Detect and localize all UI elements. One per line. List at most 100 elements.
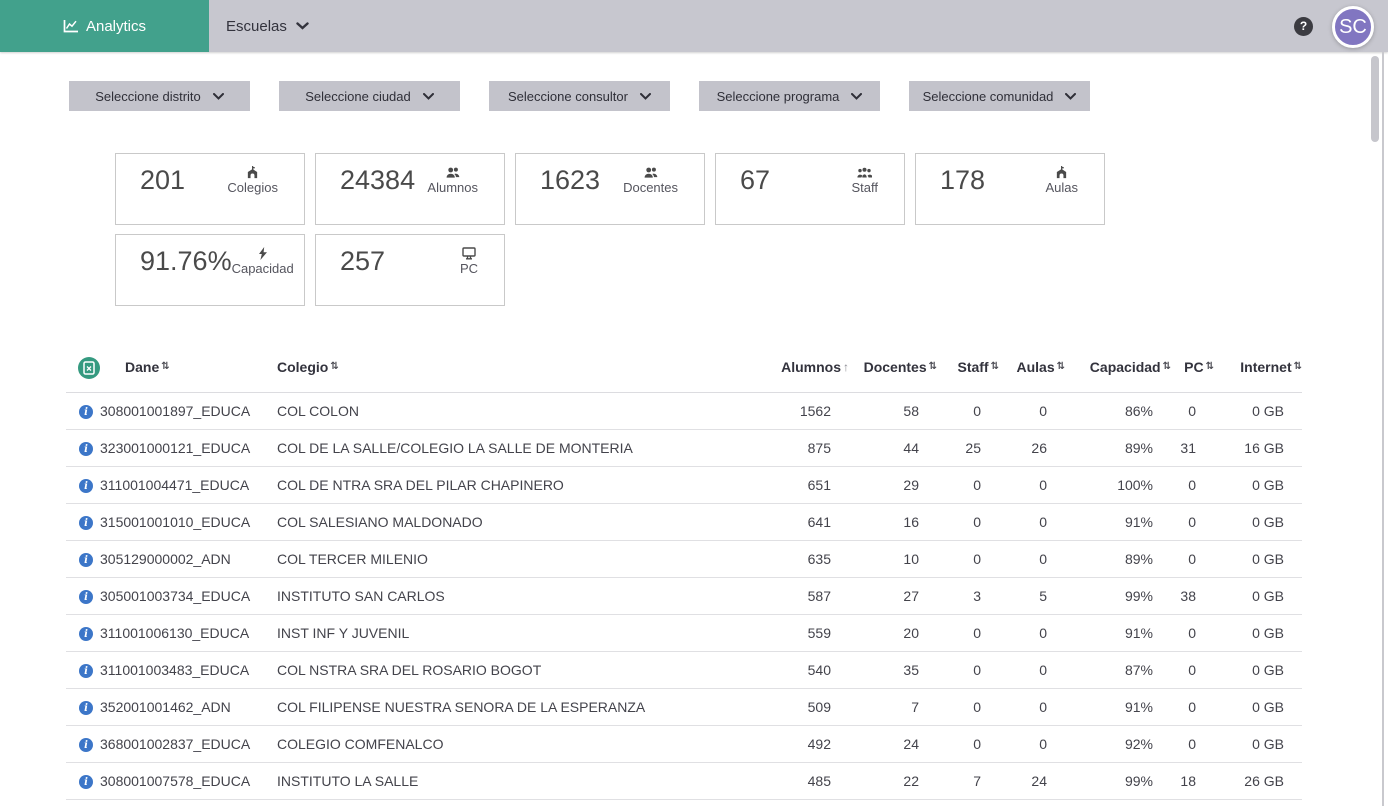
filter-programa[interactable]: Seleccione programa	[699, 81, 880, 111]
header-pc[interactable]: PC⇅	[1171, 344, 1214, 393]
cell-internet: 0 GB	[1214, 726, 1302, 763]
header-label: Aulas	[1016, 359, 1054, 375]
cell-docentes: 24	[849, 726, 937, 763]
header-docentes[interactable]: Docentes⇅	[849, 344, 937, 393]
scrollbar-track[interactable]	[1382, 52, 1384, 806]
filter-consultor[interactable]: Seleccione consultor	[489, 81, 670, 111]
cell-info: i	[66, 504, 100, 541]
cell-aulas: 24	[999, 763, 1065, 800]
info-icon[interactable]: i	[79, 516, 93, 530]
cell-aulas: 26	[999, 430, 1065, 467]
cell-info: i	[66, 578, 100, 615]
stat-meta: Aulas	[1045, 166, 1078, 195]
stat-card-capacidad: 91.76% Capacidad	[115, 234, 305, 306]
cell-docentes: 20	[849, 615, 937, 652]
header-aulas[interactable]: Aulas⇅	[999, 344, 1065, 393]
cell-aulas: 0	[999, 467, 1065, 504]
stats-row-1: 201 Colegios 24384 Alumnos 1623	[115, 153, 1388, 225]
cell-pc: 0	[1171, 726, 1214, 763]
filter-comunidad-label: Seleccione comunidad	[923, 89, 1054, 104]
cell-internet: 0 GB	[1214, 467, 1302, 504]
stat-label: Capacidad	[232, 261, 294, 276]
info-icon[interactable]: i	[79, 664, 93, 678]
cell-staff: 0	[937, 541, 999, 578]
stat-value: 24384	[340, 165, 415, 196]
info-icon[interactable]: i	[79, 442, 93, 456]
cell-dane: 311001003483_EDUCA	[100, 652, 277, 689]
table-row: i 311001003483_EDUCA COL NSTRA SRA DEL R…	[66, 652, 1302, 689]
cell-pc: 38	[1171, 578, 1214, 615]
cell-staff: 0	[937, 393, 999, 430]
info-icon[interactable]: i	[79, 738, 93, 752]
cell-internet: 0 GB	[1214, 393, 1302, 430]
header-capacidad[interactable]: Capacidad⇅	[1065, 344, 1171, 393]
cell-staff: 0	[937, 615, 999, 652]
info-icon[interactable]: i	[79, 627, 93, 641]
cell-dane: 315001001010_EDUCA	[100, 504, 277, 541]
cell-dane: 352001001462_ADN	[100, 689, 277, 726]
cell-pc: 0	[1171, 467, 1214, 504]
help-button[interactable]: ?	[1294, 17, 1313, 36]
table-row: i 311001006130_EDUCA INST INF Y JUVENIL …	[66, 615, 1302, 652]
cell-docentes: 7	[849, 689, 937, 726]
cell-capacidad: 99%	[1065, 763, 1171, 800]
school-icon	[246, 166, 259, 179]
cell-aulas: 0	[999, 615, 1065, 652]
topbar: Analytics Escuelas ? SC	[0, 0, 1388, 52]
cell-info: i	[66, 689, 100, 726]
scrollbar-thumb[interactable]	[1371, 56, 1379, 142]
cell-dane: 368001002837_EDUCA	[100, 726, 277, 763]
export-cell	[66, 344, 100, 393]
cell-info: i	[66, 541, 100, 578]
header-staff[interactable]: Staff⇅	[937, 344, 999, 393]
tab-analytics[interactable]: Analytics	[0, 0, 209, 52]
info-icon[interactable]: i	[79, 701, 93, 715]
stat-card-alumnos: 24384 Alumnos	[315, 153, 505, 225]
filter-bar: Seleccione distrito Seleccione ciudad Se…	[69, 81, 1388, 111]
info-icon[interactable]: i	[79, 775, 93, 789]
staff-group-icon	[857, 166, 872, 179]
sort-icon: ⇅	[991, 361, 999, 372]
cell-capacidad: 91%	[1065, 504, 1171, 541]
stat-value: 1623	[540, 165, 600, 196]
info-icon[interactable]: i	[79, 405, 93, 419]
cell-alumnos: 651	[779, 467, 849, 504]
cell-aulas: 5	[999, 578, 1065, 615]
header-colegio[interactable]: Colegio⇅	[277, 344, 779, 393]
filter-distrito-label: Seleccione distrito	[95, 89, 201, 104]
cell-alumnos: 559	[779, 615, 849, 652]
table-row: i 305001003734_EDUCA INSTITUTO SAN CARLO…	[66, 578, 1302, 615]
cell-colegio: INST INF Y JUVENIL	[277, 615, 779, 652]
cell-colegio: COL SALESIANO MALDONADO	[277, 504, 779, 541]
cell-info: i	[66, 430, 100, 467]
info-icon[interactable]: i	[79, 479, 93, 493]
cell-capacidad: 99%	[1065, 578, 1171, 615]
cell-alumnos: 492	[779, 726, 849, 763]
cell-colegio: INSTITUTO SAN CARLOS	[277, 578, 779, 615]
nav-escuelas-dropdown[interactable]: Escuelas	[226, 18, 309, 35]
header-alumnos[interactable]: Alumnos↑	[779, 344, 849, 393]
header-internet[interactable]: Internet⇅	[1214, 344, 1302, 393]
info-icon[interactable]: i	[79, 553, 93, 567]
filter-distrito[interactable]: Seleccione distrito	[69, 81, 250, 111]
stat-label: PC	[460, 261, 478, 276]
sort-icon: ⇅	[1294, 361, 1302, 372]
info-icon[interactable]: i	[79, 590, 93, 604]
stat-card-aulas: 178 Aulas	[915, 153, 1105, 225]
school-icon	[1055, 166, 1068, 179]
cell-info: i	[66, 467, 100, 504]
sort-icon: ⇅	[161, 361, 169, 372]
brand-label: Analytics	[86, 18, 146, 35]
filter-comunidad[interactable]: Seleccione comunidad	[909, 81, 1090, 111]
header-dane[interactable]: Dane⇅	[100, 344, 277, 393]
cell-capacidad: 89%	[1065, 430, 1171, 467]
excel-export-button[interactable]	[78, 357, 100, 379]
cell-dane: 308001001897_EDUCA	[100, 393, 277, 430]
filter-ciudad[interactable]: Seleccione ciudad	[279, 81, 460, 111]
cell-staff: 0	[937, 467, 999, 504]
sort-icon: ⇅	[330, 361, 338, 372]
sort-asc-icon: ↑	[843, 360, 849, 374]
stat-meta: Docentes	[623, 166, 678, 195]
avatar[interactable]: SC	[1332, 6, 1374, 48]
cell-pc: 0	[1171, 541, 1214, 578]
